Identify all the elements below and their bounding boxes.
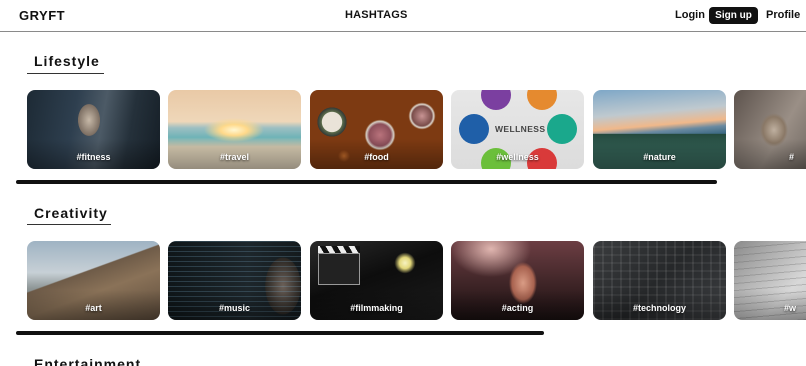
brand-logo-text[interactable]: GRYFT [19,8,65,23]
hashtag-card-nature[interactable]: #nature [593,90,726,169]
hashtag-card-acting[interactable]: #acting [451,241,584,320]
signup-button[interactable]: Sign up [709,7,758,24]
section-title-underline [27,73,104,74]
wellness-center-text: WELLNESS [495,124,546,134]
hashtag-card-technology[interactable]: #technology [593,241,726,320]
clapperboard-icon [318,246,360,285]
wellness-physical-circle [481,90,511,110]
hashtag-label: #w [784,303,797,313]
hashtag-card-music[interactable]: #music [168,241,301,320]
lifestyle-horizontal-scrollbar[interactable] [16,180,717,184]
top-navigation-bar: GRYFT HASHTAGS Login Sign up Profile [0,0,806,32]
hashtag-label: #art [85,303,102,313]
hashtag-card-art[interactable]: #art [27,241,160,320]
hashtag-card-wellness[interactable]: WELLNESS #wellness [451,90,584,169]
hashtag-label: #travel [219,152,250,162]
section-title-underline [27,224,111,225]
hashtag-label: #wellness [496,152,539,162]
hashtag-label: # [789,152,795,162]
wellness-spiritual-circle [547,114,577,144]
section-title-lifestyle: Lifestyle [34,53,100,69]
hashtag-label: #nature [643,152,676,162]
hashtag-label: #technology [632,303,686,313]
hashtag-card-travel[interactable]: #travel [168,90,301,169]
hashtag-card-food[interactable]: #food [310,90,443,169]
hashtag-card-partial-writing[interactable]: #w [734,241,806,320]
hashtag-card-partial-cat[interactable]: # [734,90,806,169]
hashtag-label: #filmmaking [350,303,403,313]
hashtag-label: #fitness [76,152,111,162]
hashtag-label: #music [218,303,251,313]
wellness-mental-circle [527,90,557,110]
hashtag-card-fitness[interactable]: #fitness [27,90,160,169]
hashtag-card-filmmaking[interactable]: #filmmaking [310,241,443,320]
section-title-entertainment: Entertainment [34,356,142,366]
section-title-creativity: Creativity [34,205,108,221]
profile-link[interactable]: Profile [766,9,800,21]
hashtag-label: #food [364,152,389,162]
login-link[interactable]: Login [675,9,705,21]
hashtag-label: #acting [501,303,534,313]
creativity-horizontal-scrollbar[interactable] [16,331,544,335]
hashtags-page: GRYFT HASHTAGS Login Sign up Profile Lif… [0,0,806,366]
page-title: HASHTAGS [345,9,408,21]
wellness-environmental-circle [459,114,489,144]
